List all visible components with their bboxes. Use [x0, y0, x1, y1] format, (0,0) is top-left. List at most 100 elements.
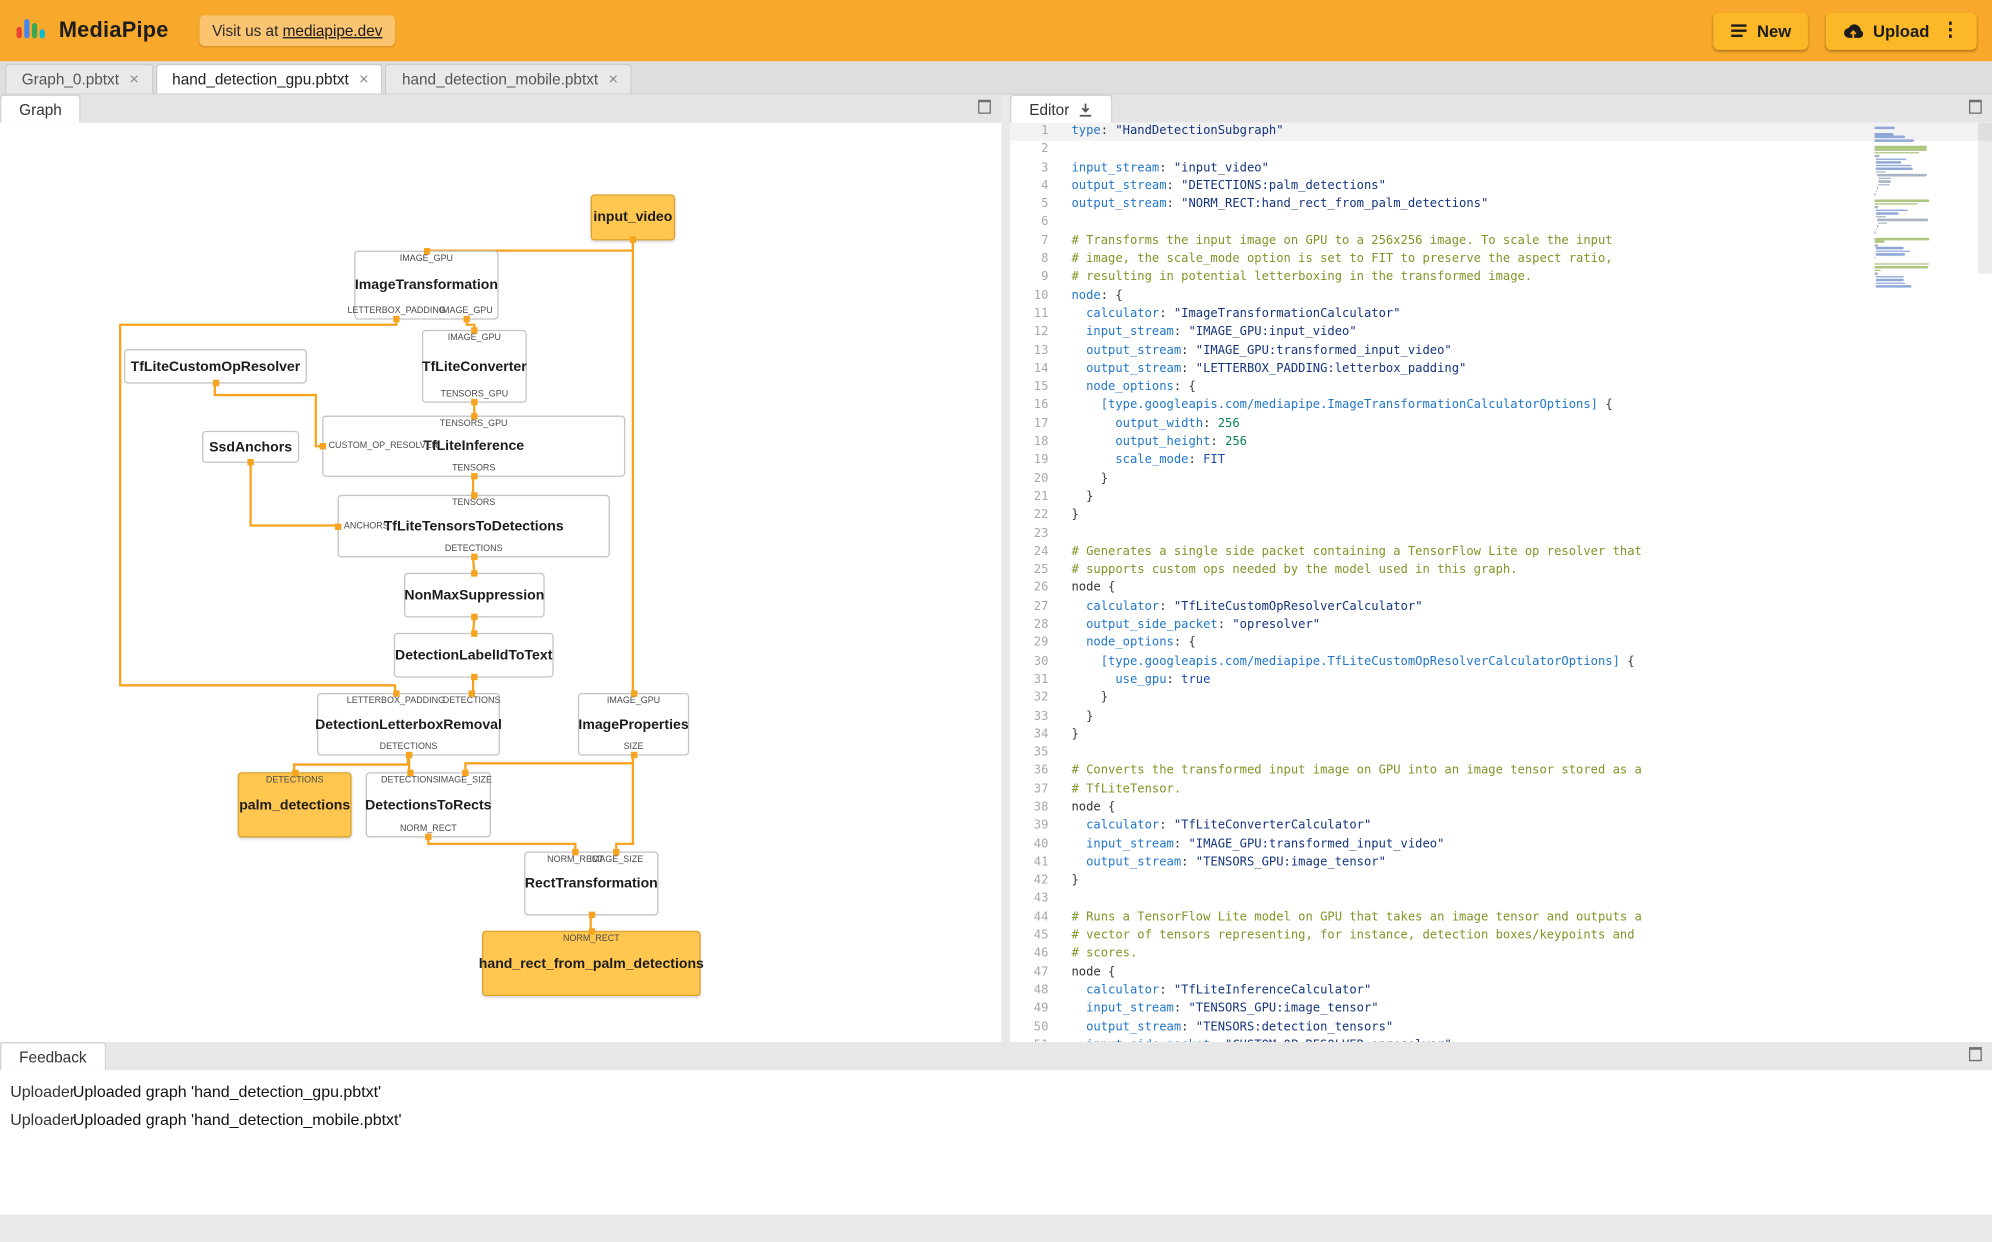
port-connector	[291, 769, 298, 777]
graph-node-DetectionLetterboxRemoval[interactable]: DetectionLetterboxRemoval LETTERBOX_PADDI…	[315, 690, 502, 759]
file-tab[interactable]: Graph_0.pbtxt ×	[5, 63, 153, 94]
graph-node-TfLiteCustomOpResolver[interactable]: TfLiteCustomOpResolver	[124, 349, 307, 387]
code-line[interactable]: 11 calculator: "ImageTransformationCalcu…	[1010, 306, 1992, 324]
editor-minimap[interactable]	[1874, 126, 1974, 289]
code-line[interactable]: 16 [type.googleapis.com/mediapipe.ImageT…	[1010, 397, 1992, 415]
tab-feedback[interactable]: Feedback	[0, 1042, 106, 1071]
code-line[interactable]: 49 input_stream: "TENSORS_GPU:image_tens…	[1010, 1000, 1992, 1018]
code-line[interactable]: 45 # vector of tensors representing, for …	[1010, 927, 1992, 945]
graph-node-TfLiteTensorsToDetections[interactable]: TfLiteTensorsToDetections TENSORS DETECTIO…	[334, 492, 610, 561]
editor-popout-icon[interactable]	[1968, 99, 1982, 114]
code-line[interactable]: 24 # Generates a single side packet conta…	[1010, 543, 1992, 561]
code-line[interactable]: 15 node_options: {	[1010, 379, 1992, 397]
code-line[interactable]: 17 output_width: 256	[1010, 415, 1992, 433]
code-line[interactable]: 36 # Converts the transformed input image…	[1010, 763, 1992, 781]
code-line[interactable]: 41 output_stream: "TENSORS_GPU:image_ten…	[1010, 854, 1992, 872]
code-text: # Generates a single side packet contain…	[1071, 544, 1642, 559]
code-line[interactable]: 5 output_stream: "NORM_RECT:hand_rect_fro…	[1010, 196, 1992, 214]
node-title: palm_detections	[239, 797, 351, 813]
graph-node-ImageTransformation[interactable]: ImageTransformation IMAGE_GPU LETTERBOX_PA…	[347, 248, 499, 323]
code-line[interactable]: 37 # TfLiteTensor.	[1010, 781, 1992, 799]
graph-node-ImageProperties[interactable]: ImageProperties IMAGE_GPU SIZE	[577, 690, 690, 759]
tab-graph[interactable]: Graph	[0, 94, 82, 123]
tab-close-icon[interactable]: ×	[359, 70, 369, 87]
code-line[interactable]: 12 input_stream: "IMAGE_GPU:input_video"	[1010, 324, 1992, 342]
line-number: 19	[1033, 453, 1049, 468]
feedback-popout-icon[interactable]	[1968, 1047, 1982, 1062]
code-line[interactable]: 35	[1010, 744, 1992, 762]
code-line[interactable]: 42}	[1010, 872, 1992, 890]
code-line[interactable]: 30 [type.googleapis.com/mediapipe.TfLite…	[1010, 653, 1992, 671]
graph-node-TfLiteConverter[interactable]: TfLiteConverter IMAGE_GPU TENSORS_GPU	[421, 327, 527, 406]
line-number: 24	[1033, 544, 1049, 559]
port-connector	[392, 690, 400, 697]
code-line[interactable]: 13 output_stream: "IMAGE_GPU:transformed…	[1010, 342, 1992, 360]
code-line[interactable]: 31 use_gpu: true	[1010, 671, 1992, 689]
file-tab[interactable]: hand_detection_gpu.pbtxt ×	[155, 63, 383, 94]
code-line[interactable]: 26 node {	[1010, 580, 1992, 598]
code-line[interactable]: 34}	[1010, 726, 1992, 744]
code-line[interactable]: 21 }	[1010, 488, 1992, 506]
port-label: LETTERBOX_PADDING	[347, 306, 446, 316]
code-line[interactable]: 39 calculator: "TfLiteConverterCalculato…	[1010, 817, 1992, 835]
graph-node-input_video[interactable]: input_video	[590, 194, 676, 243]
mediapipe-dev-link[interactable]: mediapipe.dev	[283, 22, 383, 40]
code-line[interactable]: 20 }	[1010, 470, 1992, 488]
upload-button[interactable]: Upload ⋮	[1825, 12, 1977, 50]
code-text: output_stream: "LETTERBOX_PADDING:letter…	[1086, 361, 1467, 376]
graph-canvas[interactable]: input_video ImageTransformation IMAGE_GPU L…	[0, 122, 1002, 1043]
graph-node-TfLiteInference[interactable]: TfLiteInference TENSORS_GPU TENSORS CUSTOM_…	[319, 412, 626, 480]
code-line[interactable]: 43	[1010, 890, 1992, 908]
upload-menu-icon[interactable]: ⋮	[1941, 20, 1960, 39]
code-text: input_stream: "IMAGE_GPU:input_video"	[1086, 325, 1357, 340]
download-icon[interactable]	[1078, 102, 1093, 117]
code-line[interactable]: 38 node {	[1010, 799, 1992, 817]
code-line[interactable]: 2	[1010, 141, 1992, 159]
tab-close-icon[interactable]: ×	[129, 70, 139, 87]
graph-node-hand_rect_from_palm_detections[interactable]: hand_rect_from_palm_detections NORM_RECT	[479, 928, 704, 997]
graph-node-DetectionsToRects[interactable]: DetectionsToRects DETECTIONS IMAGE_SIZE NOR…	[365, 769, 492, 841]
code-line[interactable]: 22}	[1010, 507, 1992, 525]
tab-editor[interactable]: Editor	[1010, 94, 1113, 123]
graph-node-NonMaxSuppression[interactable]: NonMaxSuppression	[404, 570, 545, 621]
code-line[interactable]: 9 # resulting in potential letterboxing i…	[1010, 269, 1992, 287]
graph-node-DetectionLabelIdToText[interactable]: DetectionLabelIdToText	[393, 630, 554, 681]
code-line[interactable]: 47 node {	[1010, 964, 1992, 982]
code-line[interactable]: 23	[1010, 525, 1992, 543]
editor-scrollbar[interactable]	[1977, 122, 1992, 274]
port-connector	[334, 522, 342, 530]
code-line[interactable]: 25 # supports custom ops needed by the mo…	[1010, 561, 1992, 579]
code-line[interactable]: 6	[1010, 214, 1992, 232]
line-number: 27	[1033, 599, 1049, 614]
code-line[interactable]: 40 input_stream: "IMAGE_GPU:transformed_…	[1010, 836, 1992, 854]
port-connector	[212, 379, 219, 387]
code-line[interactable]: 46 # scores.	[1010, 945, 1992, 963]
graph-node-SsdAnchors[interactable]: SsdAnchors	[202, 430, 300, 466]
code-line[interactable]: 14 output_stream: "LETTERBOX_PADDING:let…	[1010, 360, 1992, 378]
new-button[interactable]: New	[1713, 12, 1808, 50]
code-editor[interactable]: 1 type: "HandDetectionSubgraph" 2 3 input_s…	[1010, 122, 1992, 1043]
code-line[interactable]: 29 node_options: {	[1010, 635, 1992, 653]
tab-close-icon[interactable]: ×	[608, 70, 618, 87]
code-line[interactable]: 44 # Runs a TensorFlow Lite model on GPU …	[1010, 909, 1992, 927]
code-line[interactable]: 19 scale_mode: FIT	[1010, 452, 1992, 470]
graph-node-palm_detections[interactable]: palm_detections DETECTIONS	[237, 769, 352, 838]
code-line[interactable]: 48 calculator: "TfLiteInferenceCalculato…	[1010, 982, 1992, 1000]
code-line[interactable]: 4 output_stream: "DETECTIONS:palm_detecti…	[1010, 178, 1992, 196]
code-text: # Transforms the input image on GPU to a…	[1071, 233, 1613, 248]
code-line[interactable]: 28 output_side_packet: "opresolver"	[1010, 616, 1992, 634]
code-line[interactable]: 51 input_side_packet: "CUSTOM_OP_RESOLVE…	[1010, 1037, 1992, 1042]
code-line[interactable]: 10 node: {	[1010, 287, 1992, 305]
code-line[interactable]: 50 output_stream: "TENSORS:detection_ten…	[1010, 1018, 1992, 1036]
code-line[interactable]: 32 }	[1010, 689, 1992, 707]
code-line[interactable]: 3 input_stream: "input_video"	[1010, 159, 1992, 177]
file-tab[interactable]: hand_detection_mobile.pbtxt ×	[385, 63, 633, 94]
code-line[interactable]: 7 # Transforms the input image on GPU to …	[1010, 232, 1992, 250]
graph-node-RectTransformation[interactable]: RectTransformation NORM_RECT IMAGE_SIZE	[524, 848, 659, 919]
graph-popout-icon[interactable]	[978, 99, 991, 114]
code-line[interactable]: 8 # image, the scale_mode option is set t…	[1010, 251, 1992, 269]
code-line[interactable]: 18 output_height: 256	[1010, 433, 1992, 451]
code-line[interactable]: 1 type: "HandDetectionSubgraph"	[1010, 122, 1992, 142]
code-line[interactable]: 27 calculator: "TfLiteCustomOpResolverCa…	[1010, 598, 1992, 616]
code-line[interactable]: 33 }	[1010, 708, 1992, 726]
